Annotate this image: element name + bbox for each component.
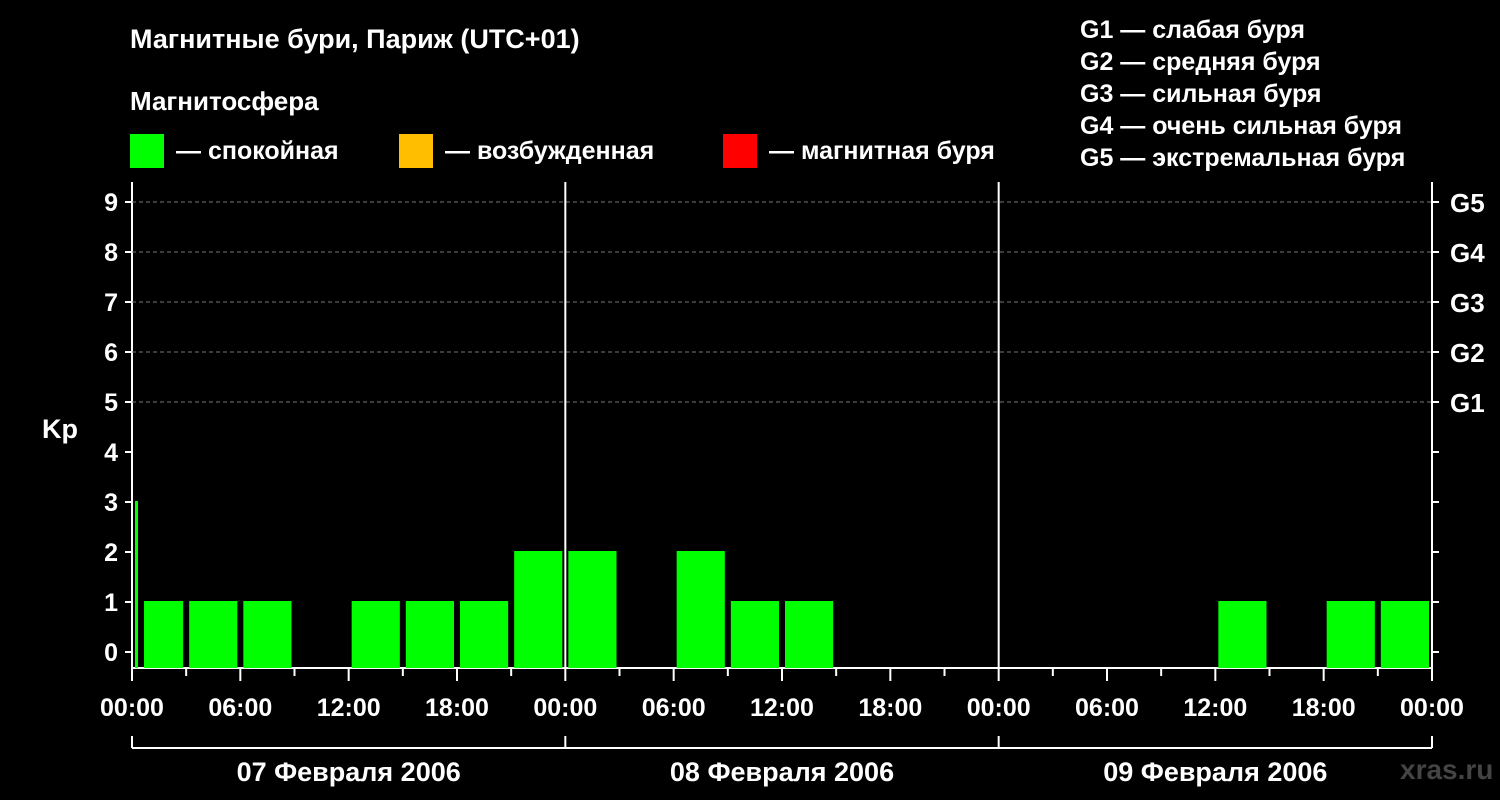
day-label: 09 Февраля 2006 [1103, 757, 1327, 787]
x-tick-label: 18:00 [858, 694, 922, 722]
watermark: xras.ru [1400, 754, 1494, 785]
kp-bar [144, 601, 184, 668]
kp-bar-chart: 0 1 2 3 4 5 6 7 8 9 G1 G3 G2 G4 G5 Kp 00:00 06:00 12:00 18:… [42, 182, 1485, 787]
y-tick-label: 2 [104, 539, 118, 567]
kp-bar [514, 551, 563, 668]
x-tick-label: 00:00 [967, 694, 1031, 722]
storm-level-label: G3 [1450, 288, 1485, 318]
storm-level-label: G4 [1450, 238, 1485, 268]
kp-bar [351, 601, 400, 668]
x-tick-label: 06:00 [642, 694, 706, 722]
y-tick-label: 7 [104, 289, 118, 317]
kp-bar [730, 601, 779, 668]
kp-bar [1326, 601, 1375, 668]
x-tick-label: 12:00 [1183, 694, 1247, 722]
x-tick-label: 12:00 [317, 694, 381, 722]
x-tick-label: 06:00 [208, 694, 272, 722]
x-tick-label: 00:00 [533, 694, 597, 722]
kp-bar [460, 601, 509, 668]
x-tick-label: 18:00 [425, 694, 489, 722]
storm-level-label: G2 [1450, 338, 1485, 368]
x-tick-label: 00:00 [1400, 694, 1464, 722]
storm-level-label: G1 [1450, 388, 1485, 418]
storm-level-label: G5 [1450, 188, 1485, 218]
y-tick-label: 3 [104, 489, 118, 517]
y-tick-label: 5 [104, 389, 118, 417]
y-tick-label: 4 [104, 439, 118, 467]
y-tick-label: 6 [104, 339, 118, 367]
kp-bar [405, 601, 454, 668]
x-tick-label: 12:00 [750, 694, 814, 722]
kp-bar [189, 601, 238, 668]
x-tick-label: 18:00 [1292, 694, 1356, 722]
day-label: 07 Февраля 2006 [237, 757, 461, 787]
kp-bar [568, 551, 617, 668]
y-tick-label: 9 [104, 189, 118, 217]
kp-bar [135, 501, 139, 668]
kp-bar [1218, 601, 1267, 668]
kp-bar [243, 601, 292, 668]
kp-bar [785, 601, 834, 668]
y-tick-label: 1 [104, 589, 118, 617]
day-label: 08 Февраля 2006 [670, 757, 894, 787]
y-axis-label: Kp [42, 414, 78, 444]
x-tick-label: 00:00 [100, 694, 164, 722]
kp-bar [1380, 601, 1429, 668]
kp-bar [676, 551, 725, 668]
y-tick-label: 0 [104, 639, 118, 667]
y-tick-label: 8 [104, 239, 118, 267]
x-tick-label: 06:00 [1075, 694, 1139, 722]
